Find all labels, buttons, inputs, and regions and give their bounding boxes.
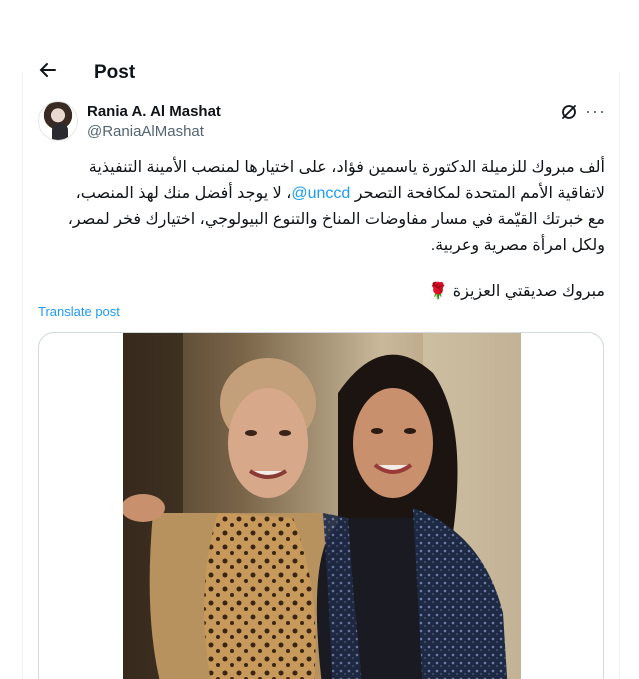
tweet-photo[interactable] — [123, 333, 521, 679]
tweet-line: لاتفاقية الأمم المتحدة لمكافحة التصحر @u… — [38, 181, 605, 207]
more-horizontal-icon[interactable]: ··· — [585, 101, 606, 122]
tweet-line: ولكل امرأة مصرية وعربية. — [430, 237, 605, 254]
mention-link[interactable]: @unccd — [291, 185, 350, 202]
page-title: Post — [94, 62, 136, 82]
author-name[interactable]: Rania A. Al Mashat — [87, 103, 221, 120]
tweet-text-fragment: ، لا يوجد أفضل منك لهذ المنصب، — [75, 185, 292, 202]
tweet-text-fragment: لاتفاقية الأمم المتحدة لمكافحة التصحر — [350, 185, 605, 202]
author-handle[interactable]: @RaniaAlMashat — [87, 123, 204, 140]
translate-post-link[interactable]: Translate post — [38, 304, 120, 319]
tweet-line: ألف مبروك للزميلة الدكتورة ياسمين فؤاد، … — [88, 159, 605, 176]
arrow-left-icon[interactable] — [38, 60, 58, 82]
media-card[interactable] — [38, 332, 604, 679]
tweet-line: مع خبرتك القيّمة في مسار مفاوضات المناخ … — [67, 211, 605, 228]
top-bar: Post — [22, 60, 620, 82]
avatar[interactable] — [38, 101, 78, 141]
tweet-line: مبروك صديقتي العزيزة 🌹 — [428, 283, 605, 300]
avatar-figure — [52, 124, 68, 140]
grok-icon[interactable] — [560, 103, 578, 121]
tweet-text: ألف مبروك للزميلة الدكتورة ياسمين فؤاد، … — [38, 155, 605, 305]
